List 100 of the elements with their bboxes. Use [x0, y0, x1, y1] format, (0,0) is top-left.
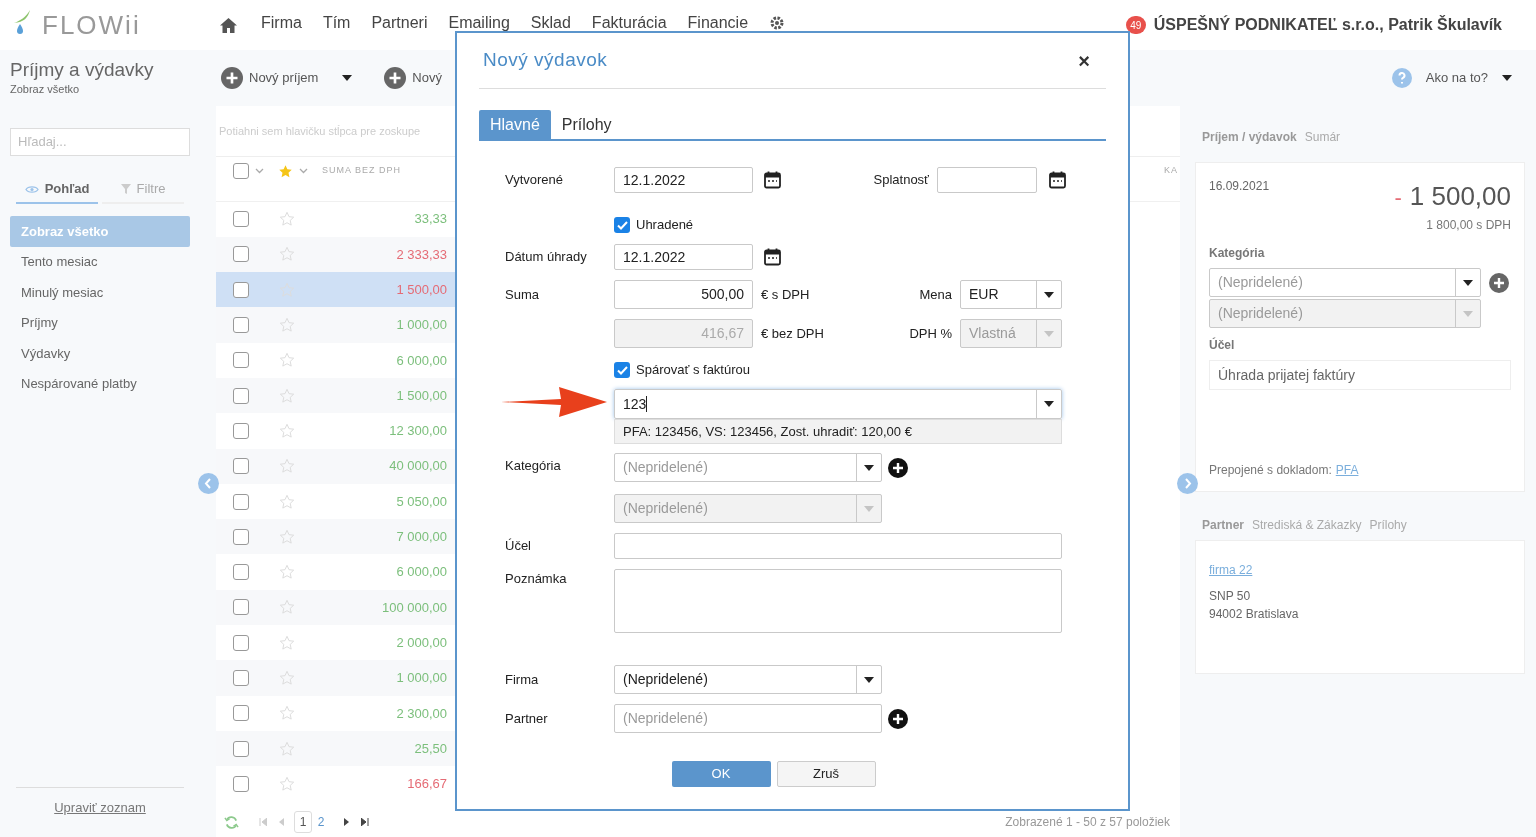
sidebar-item[interactable]: Zobraz všetko [10, 216, 190, 247]
select-field[interactable]: EUR [960, 280, 1062, 309]
partner-link[interactable]: firma 22 [1209, 561, 1511, 579]
edit-list-link[interactable]: Upraviť zoznam [54, 797, 146, 817]
table-row[interactable]: 1 000,00 [216, 307, 456, 343]
checkbox[interactable] [233, 387, 249, 404]
first-page-icon[interactable] [259, 818, 267, 826]
calendar-icon[interactable] [764, 171, 781, 189]
star-icon[interactable] [279, 422, 295, 439]
detail-tab[interactable]: Príjem / výdavok [1202, 128, 1297, 146]
suggestion-item[interactable]: PFA: 123456, VS: 123456, Zost. uhradiť: 120,00 € [614, 419, 1062, 444]
checkbox[interactable] [233, 422, 249, 439]
checkbox[interactable] [233, 634, 249, 651]
collapse-left-icon[interactable] [198, 473, 219, 494]
date-field[interactable] [937, 167, 1037, 193]
page-link[interactable]: 2 [312, 811, 330, 833]
column-header[interactable]: SUMA BEZ DPH [322, 164, 401, 178]
tab[interactable]: Prílohy [550, 110, 623, 139]
star-icon[interactable] [279, 281, 295, 298]
star-icon[interactable] [279, 775, 295, 792]
plus-circle-icon[interactable] [888, 708, 908, 729]
nav-link[interactable]: Partneri [371, 11, 428, 35]
checkbox[interactable] [233, 246, 249, 263]
nav-link[interactable]: Firma [261, 11, 302, 35]
star-icon[interactable] [279, 564, 295, 581]
close-button[interactable]: × [1078, 45, 1106, 76]
star-icon[interactable] [278, 163, 293, 179]
collapse-right-icon[interactable] [1177, 473, 1198, 494]
column-header[interactable]: KA [1164, 164, 1178, 178]
star-icon[interactable] [279, 317, 295, 334]
star-icon[interactable] [279, 211, 295, 228]
checkbox[interactable] [233, 670, 249, 686]
note-textarea[interactable] [614, 569, 1062, 633]
checkbox[interactable] [233, 458, 249, 475]
invoice-search-field[interactable]: 123 [614, 389, 1062, 419]
nav-link[interactable]: Financie [687, 11, 749, 35]
notification-badge[interactable]: 49 [1125, 16, 1146, 34]
checkbox[interactable] [233, 163, 249, 179]
ok-button[interactable]: OK [671, 761, 771, 787]
previous-page-icon[interactable] [279, 818, 284, 826]
input-field[interactable] [614, 533, 1062, 559]
table-row[interactable]: 25,50 [216, 730, 456, 767]
star-icon[interactable] [279, 740, 295, 757]
new-expense-button[interactable]: Nový [384, 67, 442, 89]
date-field[interactable]: 12.1.2022 [614, 244, 753, 270]
sidebar-tab[interactable]: Filtre [102, 176, 184, 204]
star-icon[interactable] [279, 599, 295, 616]
page-link[interactable]: 1 [294, 811, 312, 833]
select-field[interactable]: (Nepridelené) [614, 453, 882, 482]
next-page-icon[interactable] [344, 818, 349, 826]
nav-link[interactable]: Sklad [530, 11, 571, 35]
star-icon[interactable] [279, 528, 295, 545]
select-field[interactable]: (Nepridelené) [1209, 268, 1481, 297]
checkbox[interactable] [614, 362, 630, 378]
checkbox[interactable] [233, 775, 249, 792]
input-field[interactable]: Úhrada prijatej faktúry [1209, 360, 1511, 390]
star-icon[interactable] [279, 387, 295, 404]
input-field[interactable]: (Nepridelené) [614, 704, 882, 733]
checkbox[interactable] [233, 317, 249, 334]
select-field[interactable]: (Nepridelené) [614, 665, 882, 694]
star-icon[interactable] [279, 670, 295, 686]
tab[interactable]: Hlavné [479, 110, 551, 139]
refresh-icon[interactable] [224, 814, 239, 830]
new-income-button[interactable]: Nový príjem [221, 67, 319, 89]
checkbox[interactable] [233, 211, 249, 228]
sidebar-item[interactable]: Nespárované platby [10, 368, 190, 399]
detail-tab[interactable]: Strediská & Zákazky [1252, 516, 1362, 534]
table-row[interactable]: 100 000,00 [216, 589, 456, 626]
search-field[interactable]: Hľadaj... [10, 128, 190, 156]
star-icon[interactable] [279, 352, 295, 369]
select-field[interactable]: (Nepridelené) [1209, 299, 1481, 328]
detail-tab[interactable]: Sumár [1304, 128, 1341, 146]
checkbox[interactable] [233, 740, 249, 757]
account-name[interactable]: ÚSPEŠNÝ PODNIKATEĽ s.r.o., Patrik Škulavík [1153, 13, 1502, 37]
checkbox[interactable] [233, 599, 249, 616]
sidebar-tab[interactable]: Pohľad [16, 176, 98, 204]
help-icon[interactable] [1391, 68, 1412, 88]
checkbox[interactable] [233, 705, 249, 722]
detail-tab[interactable]: Partner [1202, 516, 1245, 534]
sidebar-item[interactable]: Výdavky [10, 338, 190, 369]
table-row[interactable]: 1 500,00 [216, 272, 456, 308]
star-icon[interactable] [279, 705, 295, 722]
table-row[interactable]: 1 000,00 [216, 660, 456, 696]
checkbox[interactable] [233, 528, 249, 545]
table-row[interactable]: 40 000,00 [216, 448, 456, 484]
cancel-button[interactable]: Zruš [776, 761, 876, 787]
amount-field[interactable]: 500,00 [614, 280, 753, 309]
table-row[interactable]: 7 000,00 [216, 519, 456, 555]
table-row[interactable]: 1 500,00 [216, 378, 456, 414]
last-page-icon[interactable] [361, 818, 369, 826]
checkbox[interactable] [233, 493, 249, 510]
star-icon[interactable] [279, 634, 295, 651]
star-icon[interactable] [279, 458, 295, 475]
date-field[interactable]: 12.1.2022 [614, 167, 753, 193]
star-icon[interactable] [279, 246, 295, 263]
detail-tab[interactable]: Prílohy [1369, 516, 1407, 534]
nav-link[interactable]: Emailing [448, 11, 510, 35]
sidebar-item[interactable]: Tento mesiac [10, 246, 190, 277]
checkbox[interactable] [614, 217, 630, 233]
checkbox[interactable] [233, 564, 249, 581]
